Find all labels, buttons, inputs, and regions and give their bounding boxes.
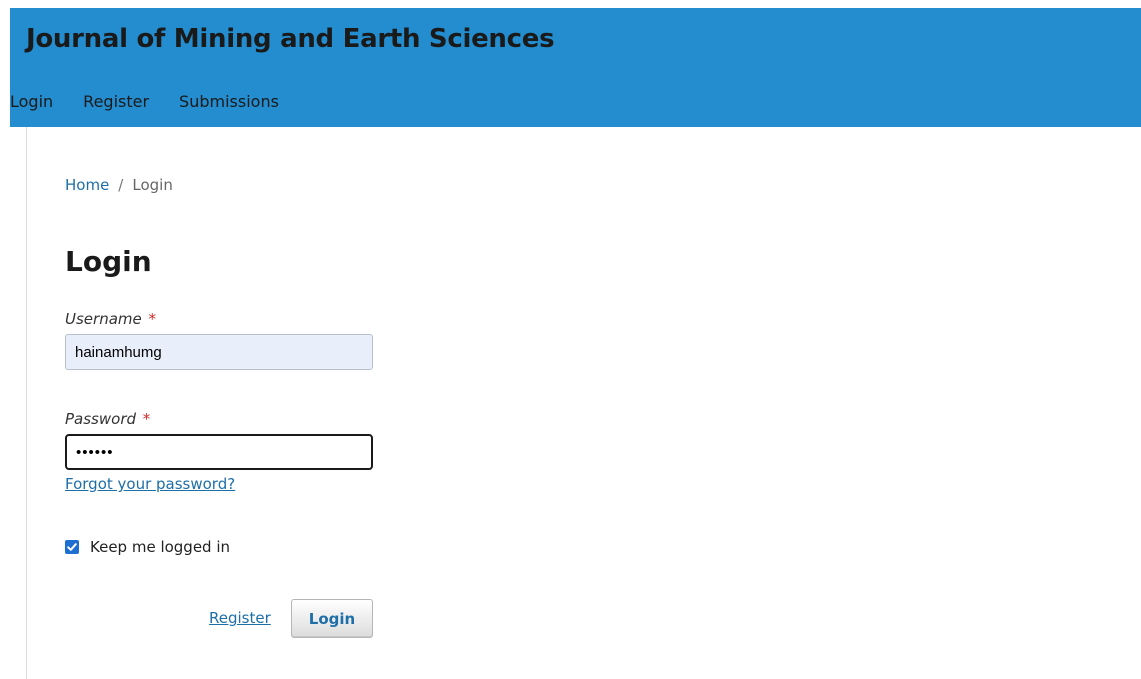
password-label: Password * xyxy=(65,410,150,428)
nav-submissions-link[interactable]: Submissions xyxy=(179,92,279,111)
username-label: Username * xyxy=(65,310,156,328)
breadcrumb-separator: / xyxy=(118,176,124,194)
register-link[interactable]: Register xyxy=(209,609,271,627)
login-button[interactable]: Login xyxy=(291,599,373,638)
breadcrumb: Home / Login xyxy=(65,176,173,194)
forgot-password-link[interactable]: Forgot your password? xyxy=(65,475,235,493)
breadcrumb-home-link[interactable]: Home xyxy=(65,176,109,194)
username-label-text: Username xyxy=(65,310,142,328)
username-input[interactable] xyxy=(65,334,373,370)
page-title: Login xyxy=(65,245,152,278)
main-nav: Login Register Submissions xyxy=(10,92,309,111)
nav-login-link[interactable]: Login xyxy=(10,92,53,111)
remember-checkbox[interactable] xyxy=(65,540,79,554)
site-header: Journal of Mining and Earth Sciences Log… xyxy=(10,8,1141,127)
site-title[interactable]: Journal of Mining and Earth Sciences xyxy=(26,24,555,54)
checkmark-icon xyxy=(67,543,77,551)
password-input[interactable] xyxy=(65,434,373,470)
breadcrumb-current: Login xyxy=(132,176,173,194)
remember-me: Keep me logged in xyxy=(65,538,230,556)
nav-register-link[interactable]: Register xyxy=(83,92,149,111)
password-label-text: Password xyxy=(65,410,137,428)
main-content: Home / Login Login Username * Password * F… xyxy=(26,127,1141,679)
remember-label[interactable]: Keep me logged in xyxy=(90,538,230,556)
password-required-marker: * xyxy=(142,410,151,428)
username-required-marker: * xyxy=(148,310,157,328)
